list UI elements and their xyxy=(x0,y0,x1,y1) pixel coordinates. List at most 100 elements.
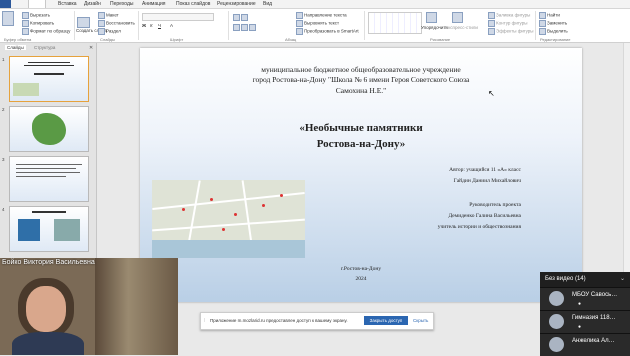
org-line-2: город Ростова-на-Дону "Школа № 6 имени Г… xyxy=(252,75,470,84)
copy-button[interactable]: Копировать xyxy=(22,20,54,27)
avatar xyxy=(549,314,564,329)
mouse-cursor-icon: ↖ xyxy=(488,89,495,98)
align-left-icon xyxy=(233,24,240,31)
tab-transitions[interactable]: Переходы xyxy=(110,0,133,8)
numbering-icon xyxy=(241,14,248,21)
map-pin xyxy=(222,228,225,231)
tab-view[interactable]: Вид xyxy=(263,0,272,8)
tab-home[interactable] xyxy=(28,0,46,8)
stop-sharing-button[interactable]: Закрыть доступ xyxy=(364,316,408,325)
group-drawing-label: Рисование xyxy=(430,37,451,42)
hide-button[interactable]: Скрыть xyxy=(413,318,428,323)
shape-effects-button[interactable]: Эффекты фигуры xyxy=(488,28,534,35)
ribbon: Вырезать Копировать Формат по образцу Бу… xyxy=(0,9,630,43)
tab-design[interactable]: Дизайн xyxy=(84,0,101,8)
quick-styles-label: Экспресс-стили xyxy=(445,25,478,30)
slide-number: 3 xyxy=(2,157,5,162)
section-button[interactable]: Раздел xyxy=(98,28,121,35)
group-clipboard-label: Буфер обмена xyxy=(4,37,32,42)
bullets-icon xyxy=(233,14,240,21)
arrange-button[interactable] xyxy=(426,12,438,23)
group-slides-label: Слайды xyxy=(100,37,115,42)
search-icon xyxy=(539,12,546,19)
reset-button[interactable]: Восстановить xyxy=(98,20,135,27)
participant-name: Гимназия 118… xyxy=(572,315,616,321)
slide-number: 1 xyxy=(2,57,5,62)
outline-icon xyxy=(488,20,495,27)
divider xyxy=(535,11,536,40)
cut-button[interactable]: Вырезать xyxy=(22,12,50,19)
current-slide[interactable]: муниципальное бюджетное общеобразователь… xyxy=(140,48,582,302)
drag-handle-icon[interactable]: ⁞ xyxy=(204,318,205,323)
reset-icon xyxy=(98,20,105,27)
group-paragraph-label: Абзац xyxy=(285,37,297,42)
shape-outline-button[interactable]: Контур фигуры xyxy=(488,20,527,27)
create-slide-button[interactable] xyxy=(77,17,91,28)
slide-thumbnail-1[interactable] xyxy=(9,56,89,102)
slide-thumbnail-4[interactable] xyxy=(9,206,89,252)
tab-review[interactable]: Рецензирование xyxy=(217,0,256,8)
file-tab[interactable] xyxy=(0,0,12,8)
map-pin xyxy=(280,194,283,197)
slide-thumbnail-2[interactable] xyxy=(9,106,89,152)
align-buttons[interactable] xyxy=(233,24,257,31)
slide-number: 2 xyxy=(2,107,5,112)
participants-panel: Без видео (14) ⌄ МБОУ Савось… ● Гимназия… xyxy=(540,272,630,356)
replace-icon xyxy=(539,20,546,27)
layout-button[interactable]: Макет xyxy=(98,12,119,19)
map-thumbnail xyxy=(13,83,39,96)
participant-row[interactable]: Гимназия 118… ● xyxy=(540,310,630,333)
arrange-icon xyxy=(426,12,437,23)
chevron-down-icon[interactable]: ⌄ xyxy=(620,275,625,282)
tab-insert[interactable]: Вставка xyxy=(58,0,77,8)
city-map-image xyxy=(152,180,305,258)
copy-icon xyxy=(22,20,29,27)
bullets-button[interactable] xyxy=(233,14,249,21)
format-painter-button[interactable]: Формат по образцу xyxy=(22,28,70,35)
font-name-field[interactable] xyxy=(142,13,214,21)
participant-row[interactable]: Анжелика Ал… xyxy=(540,333,630,356)
tab-animation[interactable]: Анимация xyxy=(142,0,165,8)
select-button[interactable]: Выделить xyxy=(539,28,568,35)
city-label: г.Ростов-на-Дону xyxy=(340,266,382,272)
font-color-button[interactable]: А xyxy=(170,23,173,28)
italic-button[interactable]: К xyxy=(150,23,153,28)
bold-button[interactable]: Ж xyxy=(142,23,146,28)
map-pin xyxy=(210,198,213,201)
find-button[interactable]: Найти xyxy=(539,12,560,19)
slide-thumbnail-3[interactable] xyxy=(9,156,89,202)
quick-styles-button[interactable] xyxy=(452,12,464,23)
paste-button[interactable] xyxy=(2,11,15,26)
microphone-icon: ● xyxy=(578,324,582,330)
align-text-button[interactable]: Выровнять текст xyxy=(296,20,339,27)
align-text-icon xyxy=(296,20,303,27)
divider xyxy=(74,11,75,40)
styles-icon xyxy=(452,12,463,23)
year-label: 2024 xyxy=(355,276,367,282)
close-icon[interactable]: ✕ xyxy=(89,45,93,51)
supervisor-role: учитель истории и обществознания xyxy=(437,224,521,230)
map-pin xyxy=(262,204,265,207)
ribbon-tab-bar: Вставка Дизайн Переходы Анимация Показ с… xyxy=(0,0,630,9)
shapes-gallery[interactable] xyxy=(368,12,422,34)
screen-share-notification: ⁞ Приложение m.mozlarid.ru предоставлен … xyxy=(200,312,434,330)
author-line-2: Гайдин Даниил Михайлович xyxy=(453,178,521,184)
smartart-button[interactable]: Преобразовать в SmartArt xyxy=(296,28,359,35)
slide-title-line-1: «Необычные памятники xyxy=(299,122,423,134)
speaker-video: Бойко Виктория Васильевна xyxy=(0,258,178,355)
group-font-label: Шрифт xyxy=(170,37,184,42)
divider xyxy=(228,11,229,40)
text-direction-button[interactable]: Направление текста xyxy=(296,12,347,19)
participant-row[interactable]: МБОУ Савось… ● xyxy=(540,287,630,310)
layout-icon xyxy=(98,12,105,19)
tab-slideshow[interactable]: Показ слайдов xyxy=(176,0,210,8)
clothing xyxy=(12,332,84,355)
map-pin xyxy=(182,208,185,211)
underline-button[interactable]: Ч xyxy=(158,23,161,28)
replace-button[interactable]: Заменить xyxy=(539,20,567,27)
tab-outline[interactable]: Структура xyxy=(34,45,55,50)
tab-slides[interactable]: Слайды xyxy=(5,45,26,50)
slide-title-line-2: Ростова-на-Дону» xyxy=(316,138,406,150)
vertical-scrollbar[interactable] xyxy=(623,43,630,272)
shape-fill-button[interactable]: Заливка фигуры xyxy=(488,12,530,19)
